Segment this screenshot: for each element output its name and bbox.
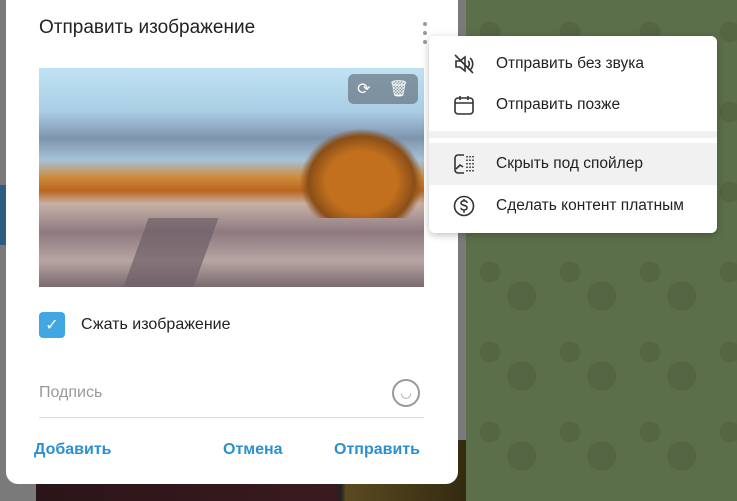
delete-icon[interactable]: 🗑 bbox=[389, 79, 409, 99]
more-options-icon[interactable] bbox=[422, 22, 428, 44]
compress-label: Сжать изображение bbox=[81, 316, 231, 333]
compress-checkbox[interactable]: ✓ bbox=[39, 312, 65, 338]
send-button[interactable]: Отправить bbox=[334, 441, 420, 459]
compress-option[interactable]: ✓ Сжать изображение bbox=[39, 312, 231, 338]
add-button[interactable]: Добавить bbox=[34, 441, 112, 459]
dialog-title: Отправить изображение bbox=[39, 17, 256, 38]
send-image-dialog: Отправить изображение ⟳ 🗑 ✓ Сжать изобра… bbox=[6, 0, 458, 484]
photo-path bbox=[119, 218, 219, 287]
image-tools: ⟳ 🗑 bbox=[348, 74, 418, 104]
menu-item-label: Отправить без звука bbox=[496, 55, 645, 72]
menu-item-send-silent[interactable]: Отправить без звука bbox=[429, 43, 717, 85]
dollar-icon bbox=[449, 194, 479, 218]
menu-item-spoiler[interactable]: Скрыть под спойлер bbox=[429, 143, 717, 185]
muted-icon bbox=[449, 52, 479, 76]
image-preview: ⟳ 🗑 bbox=[39, 68, 424, 287]
photo-trees bbox=[299, 128, 424, 218]
menu-item-label: Сделать контент платным bbox=[496, 197, 684, 214]
send-options-menu: Отправить без звука Отправить позже Скры… bbox=[429, 36, 717, 233]
calendar-icon bbox=[449, 93, 479, 117]
menu-item-paid-content[interactable]: Сделать контент платным bbox=[429, 185, 717, 227]
caption-field: ◡ bbox=[39, 376, 424, 418]
menu-item-label: Отправить позже bbox=[496, 96, 621, 113]
caption-input[interactable] bbox=[39, 376, 369, 410]
cancel-button[interactable]: Отмена bbox=[223, 441, 283, 459]
emoji-icon[interactable]: ◡ bbox=[392, 379, 420, 407]
spoiler-icon bbox=[449, 152, 479, 176]
menu-item-schedule[interactable]: Отправить позже bbox=[429, 84, 717, 126]
menu-item-label: Скрыть под спойлер bbox=[496, 155, 643, 172]
replace-icon[interactable]: ⟳ bbox=[357, 79, 370, 99]
menu-separator bbox=[429, 131, 717, 138]
